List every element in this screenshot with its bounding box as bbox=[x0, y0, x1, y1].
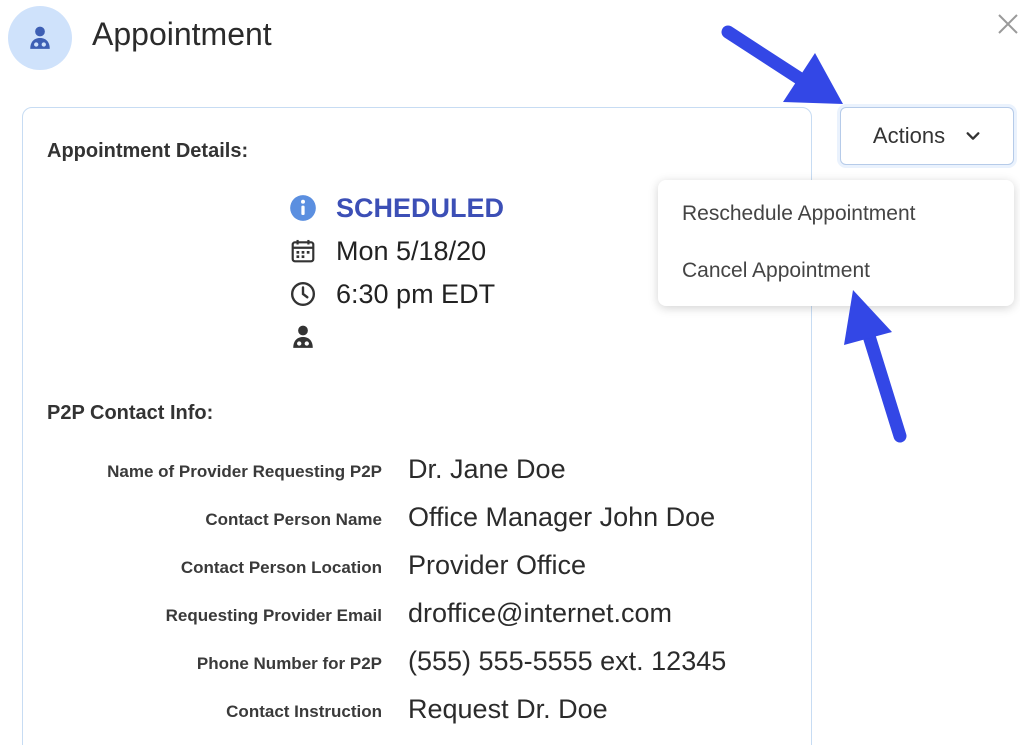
actions-label: Actions bbox=[872, 123, 946, 148]
close-icon bbox=[998, 14, 1018, 34]
contact-label: Requesting Provider Email bbox=[165, 606, 382, 625]
doctor-avatar bbox=[8, 6, 72, 70]
contact-value: (555) 555-5555 ext. 12345 bbox=[408, 646, 727, 676]
contact-value: droffice@internet.com bbox=[408, 598, 673, 628]
contact-value: Office Manager John Doe bbox=[408, 502, 716, 532]
contact-label: Name of Provider Requesting P2P bbox=[107, 462, 382, 481]
appointment-date: Mon 5/18/20 bbox=[336, 235, 487, 266]
appointment-dialog: Appointment Appointment Details: SCHEDUL… bbox=[0, 0, 1020, 745]
provider-row bbox=[288, 321, 336, 353]
clock-icon bbox=[288, 279, 318, 309]
close-button[interactable] bbox=[994, 10, 1020, 38]
contact-value: Request Dr. Doe bbox=[408, 694, 608, 724]
doctor-icon bbox=[288, 322, 318, 352]
menu-item-reschedule[interactable]: Reschedule Appointment bbox=[682, 202, 916, 226]
contact-label: Contact Person Name bbox=[205, 510, 382, 529]
status-text: SCHEDULED bbox=[336, 192, 505, 223]
contact-info-title: P2P Contact Info: bbox=[47, 402, 214, 424]
contact-value: Provider Office bbox=[408, 550, 587, 580]
chevron-down-icon bbox=[965, 128, 981, 144]
info-icon bbox=[288, 193, 318, 223]
time-row: 6:30 pm EDT bbox=[288, 278, 495, 310]
contact-label: Phone Number for P2P bbox=[196, 654, 382, 673]
actions-menu: Reschedule Appointment Cancel Appointmen… bbox=[658, 180, 1014, 306]
date-row: Mon 5/18/20 bbox=[288, 235, 486, 267]
appointment-details-title: Appointment Details: bbox=[47, 140, 249, 162]
contact-value: Dr. Jane Doe bbox=[408, 454, 566, 484]
contact-label: Contact Person Location bbox=[180, 558, 382, 577]
dialog-title: Appointment bbox=[92, 16, 272, 52]
status-row: SCHEDULED bbox=[288, 192, 504, 224]
doctor-icon bbox=[30, 26, 50, 49]
actions-button[interactable]: Actions bbox=[840, 107, 1014, 165]
calendar-icon bbox=[288, 236, 318, 266]
appointment-time: 6:30 pm EDT bbox=[336, 278, 496, 309]
contact-label: Contact Instruction bbox=[226, 702, 382, 721]
menu-item-cancel[interactable]: Cancel Appointment bbox=[682, 259, 870, 283]
